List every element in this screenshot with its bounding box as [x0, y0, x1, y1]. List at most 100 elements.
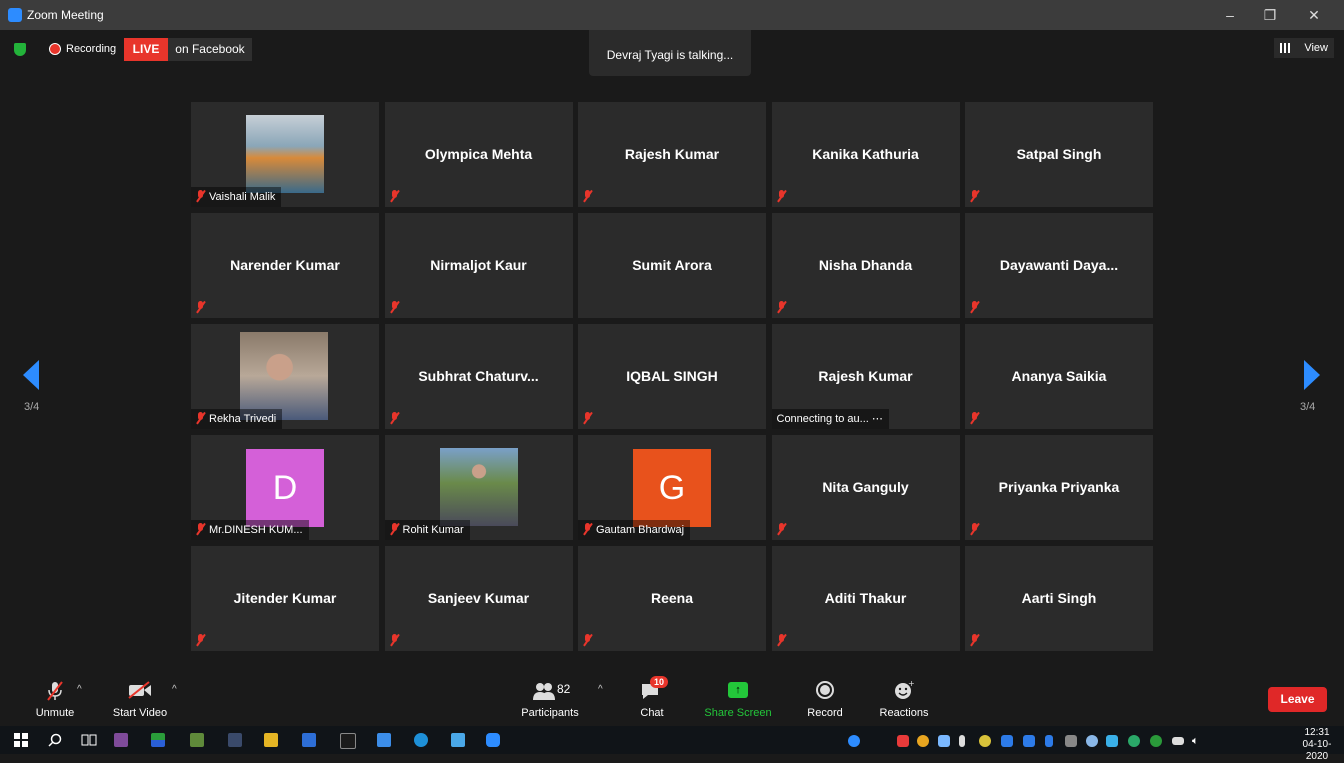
- participant-tile[interactable]: Jitender Kumar: [191, 546, 379, 651]
- edge-browser-icon[interactable]: [414, 733, 428, 747]
- participant-tile[interactable]: Rohit Kumar: [384, 435, 573, 540]
- battery-icon[interactable]: [1172, 737, 1184, 745]
- windows-start-icon[interactable]: [14, 733, 28, 747]
- participant-tile[interactable]: IQBAL SINGH: [578, 324, 766, 429]
- live-badge[interactable]: LIVE: [124, 38, 168, 61]
- tray-icon-10[interactable]: [1128, 735, 1140, 747]
- video-options-caret[interactable]: ^: [172, 684, 177, 695]
- participant-photo: [246, 115, 324, 193]
- participant-tile[interactable]: Aditi Thakur: [771, 546, 960, 651]
- app-icon-2[interactable]: [190, 733, 204, 747]
- notes-app-icon[interactable]: [451, 733, 465, 747]
- participant-tile[interactable]: Narender Kumar: [191, 213, 379, 318]
- start-video-button[interactable]: Start Video: [104, 672, 176, 726]
- view-button[interactable]: View: [1274, 38, 1334, 58]
- page-indicator-left: 3/4: [24, 401, 40, 413]
- tray-icon-1[interactable]: [848, 735, 860, 747]
- participant-tile[interactable]: Vaishali Malik: [191, 102, 379, 207]
- bluetooth-icon[interactable]: [1045, 735, 1053, 747]
- view-button-label: View: [1304, 42, 1328, 54]
- tray-icon-2[interactable]: [897, 735, 909, 747]
- participant-tile[interactable]: Nita Ganguly: [771, 435, 960, 540]
- participant-tile[interactable]: Nirmaljot Kaur: [384, 213, 573, 318]
- security-shield-icon[interactable]: [14, 43, 26, 56]
- task-view-icon[interactable]: [81, 733, 97, 747]
- participant-name: Reena: [650, 590, 694, 606]
- participant-tile[interactable]: Dayawanti Daya...: [965, 213, 1153, 318]
- live-destination-label: on Facebook: [168, 38, 252, 61]
- record-icon: [815, 680, 835, 700]
- muted-mic-icon: [582, 412, 593, 424]
- share-screen-button[interactable]: ↑ Share Screen: [702, 672, 774, 726]
- muted-mic-icon: [776, 301, 787, 313]
- participant-tile[interactable]: Ananya Saikia: [965, 324, 1153, 429]
- participant-name: Nisha Dhanda: [818, 257, 913, 273]
- chat-unread-badge: 10: [650, 676, 669, 688]
- microphone-tray-icon[interactable]: [959, 735, 965, 747]
- participant-tile[interactable]: Olympica Mehta: [384, 102, 573, 207]
- participant-tile[interactable]: Aarti Singh: [965, 546, 1153, 651]
- wifi-icon[interactable]: [1065, 735, 1077, 747]
- tray-icon-4[interactable]: [938, 735, 950, 747]
- app-icon-1[interactable]: [151, 733, 165, 747]
- muted-mic-icon: [195, 523, 206, 535]
- active-speaker-banner: Devraj Tyagi is talking...: [589, 30, 751, 76]
- clock-date: 04-10-2020: [1302, 739, 1332, 762]
- muted-mic-icon: [582, 523, 593, 535]
- participant-tile[interactable]: Sumit Arora: [578, 213, 766, 318]
- search-icon[interactable]: [48, 733, 62, 747]
- participant-tile[interactable]: Priyanka Priyanka: [965, 435, 1153, 540]
- muted-mic-icon: [969, 412, 980, 424]
- file-explorer-icon[interactable]: [264, 733, 278, 747]
- participant-tile[interactable]: Rajesh Kumar: [578, 102, 766, 207]
- terminal-icon[interactable]: [340, 733, 356, 749]
- minimize-button[interactable]: –: [1210, 0, 1250, 30]
- chat-button[interactable]: 10 Chat: [630, 672, 674, 726]
- participant-tile[interactable]: Sanjeev Kumar: [384, 546, 573, 651]
- close-button[interactable]: ✕: [1294, 0, 1334, 30]
- participants-options-caret[interactable]: ^: [598, 684, 603, 695]
- leave-button[interactable]: Leave: [1268, 687, 1327, 712]
- participant-tile[interactable]: Kanika Kathuria: [771, 102, 960, 207]
- participant-tile[interactable]: Reena: [578, 546, 766, 651]
- participant-photo: [439, 448, 518, 526]
- tray-icon-8[interactable]: [1086, 735, 1098, 747]
- tray-icon-7[interactable]: [1023, 735, 1035, 747]
- participant-tile[interactable]: Nisha Dhanda: [771, 213, 960, 318]
- tray-icon-6[interactable]: [1001, 735, 1013, 747]
- tray-icon-5[interactable]: [979, 735, 991, 747]
- desktop-app-icon[interactable]: [377, 733, 391, 747]
- participants-icon: 82: [525, 680, 575, 700]
- participant-name: Ananya Saikia: [1011, 368, 1107, 384]
- previous-page-arrow-icon[interactable]: [23, 360, 39, 390]
- reactions-button[interactable]: + Reactions: [872, 672, 936, 726]
- unmute-button[interactable]: Unmute: [25, 672, 85, 726]
- store-icon[interactable]: [302, 733, 316, 747]
- taskbar-clock[interactable]: 12:31 04-10-2020: [1292, 727, 1342, 763]
- volume-icon[interactable]: 🔈︎: [1192, 735, 1204, 747]
- restore-button[interactable]: ❐: [1250, 0, 1290, 30]
- audio-options-caret[interactable]: ^: [77, 684, 82, 695]
- next-page-arrow-icon[interactable]: [1304, 360, 1320, 390]
- participant-tile[interactable]: Satpal Singh: [965, 102, 1153, 207]
- participant-name: Aarti Singh: [1021, 590, 1097, 606]
- tray-icon-9[interactable]: [1106, 735, 1118, 747]
- participant-tile[interactable]: Rekha Trivedi: [191, 324, 379, 429]
- app-icon-3[interactable]: [228, 733, 242, 747]
- participant-tile[interactable]: G Gautam Bhardwaj: [578, 435, 766, 540]
- participant-name: Rajesh Kumar: [624, 146, 720, 162]
- paint-app-icon[interactable]: [114, 733, 128, 747]
- svg-text:+: +: [908, 680, 914, 688]
- participants-button[interactable]: 82 Participants: [515, 672, 585, 726]
- network-tray-icon[interactable]: [1150, 735, 1162, 747]
- zoom-taskbar-icon[interactable]: [486, 733, 500, 747]
- participant-tile[interactable]: Subhrat Chaturv...: [384, 324, 573, 429]
- recording-label[interactable]: Recording: [66, 43, 116, 55]
- participant-name: Jitender Kumar: [233, 590, 337, 606]
- participant-tile[interactable]: D Mr.DINESH KUM...: [191, 435, 379, 540]
- tray-icon-3[interactable]: [917, 735, 929, 747]
- participant-name: Kanika Kathuria: [812, 146, 919, 162]
- record-button[interactable]: Record: [800, 672, 850, 726]
- muted-mic-icon: [969, 190, 980, 202]
- participant-tile[interactable]: Rajesh Kumar Connecting to au... ⋯: [771, 324, 960, 429]
